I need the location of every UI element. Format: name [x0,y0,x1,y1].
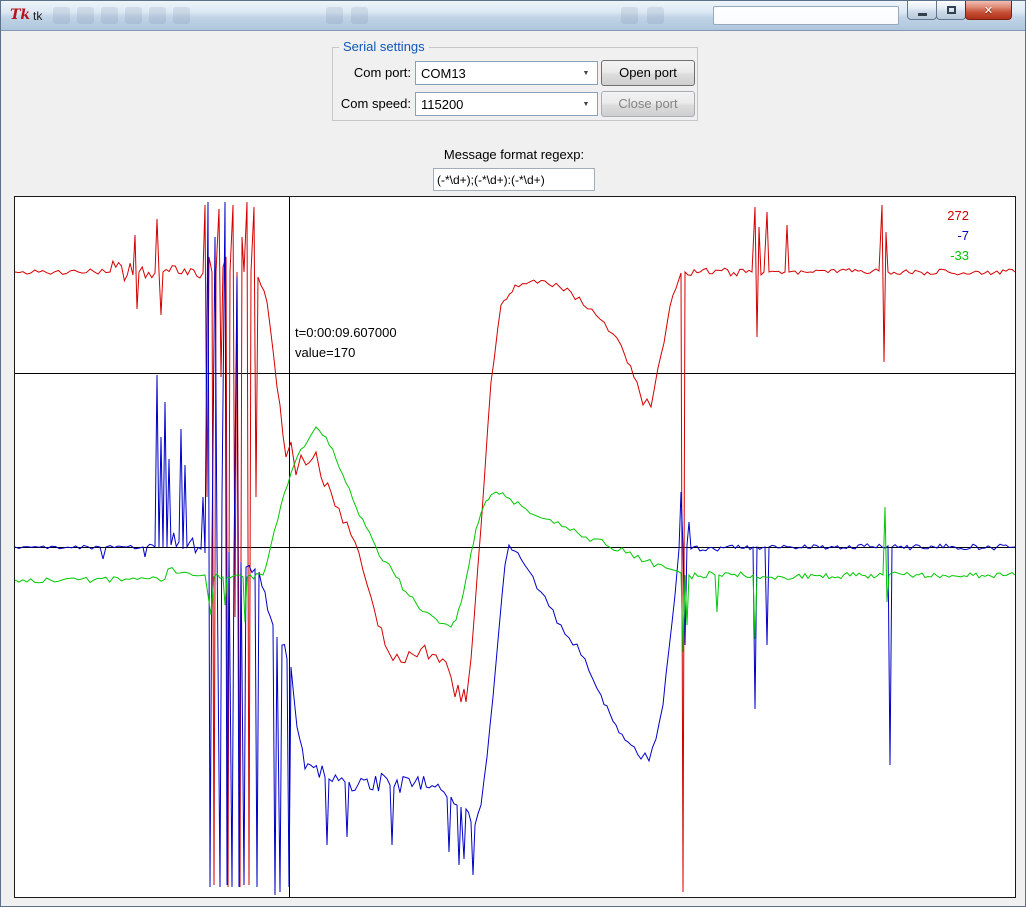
trace-signal-blue [15,202,1015,895]
chevron-down-icon[interactable]: ▼ [579,62,593,84]
glass-artifact-icon [101,7,118,24]
traces [15,202,1015,895]
com-speed-value: 115200 [421,97,463,112]
com-port-combobox[interactable]: COM13 ▼ [415,61,598,85]
regexp-label: Message format regexp: [414,147,614,162]
legend: 272 -7 -33 [947,206,969,266]
cursor-time-label: t=0:00:09.607000 [295,325,397,340]
regexp-input[interactable] [433,168,595,191]
grid-lines [15,197,1015,897]
legend-value-blue: -7 [947,226,969,246]
close-button[interactable]: ✕ [965,1,1012,20]
glass-artifact-icon [647,7,664,24]
glass-artifact-icon [77,7,94,24]
com-speed-label: Com speed: [333,92,411,116]
glass-artifact-icon [351,7,368,24]
titlebar[interactable]: Tk tk ✕ [1,1,1025,31]
tk-app-icon[interactable]: Tk [10,7,28,23]
cursor-value-label: value=170 [295,345,355,360]
legend-value-red: 272 [947,206,969,226]
maximize-button[interactable] [936,1,966,20]
glass-artifact-icon [326,7,343,24]
com-port-value: COM13 [421,66,466,81]
plot-canvas[interactable]: 272 -7 -33 t=0:00:09.607000 value=170 [14,196,1016,898]
legend-value-green: -33 [947,246,969,266]
app-window: Tk tk ✕ Serial settings Com port: [0,0,1026,907]
minimize-icon [918,13,927,16]
window-controls: ✕ [908,1,1012,20]
com-port-label: Com port: [333,61,411,85]
minimize-button[interactable] [907,1,937,20]
com-speed-combobox[interactable]: 115200 ▼ [415,92,598,116]
open-port-button[interactable]: Open port [601,60,695,86]
chevron-down-icon[interactable]: ▼ [579,93,593,115]
glass-artifact-icon [125,7,142,24]
close-icon: ✕ [984,4,993,17]
close-port-button[interactable]: Close port [601,91,695,117]
serial-settings-group: Serial settings Com port: COM13 ▼ Open p… [332,47,698,121]
glass-artifact-icon [149,7,166,24]
maximize-icon [947,6,956,14]
plot-svg[interactable] [15,197,1015,897]
window-title: tk [33,9,42,23]
glass-artifact-searchbox [713,6,899,25]
serial-settings-title: Serial settings [339,39,429,54]
trace-signal-green [15,427,1015,652]
glass-artifact-icon [173,7,190,24]
glass-artifact-icon [53,7,70,24]
glass-artifact-icon [621,7,638,24]
